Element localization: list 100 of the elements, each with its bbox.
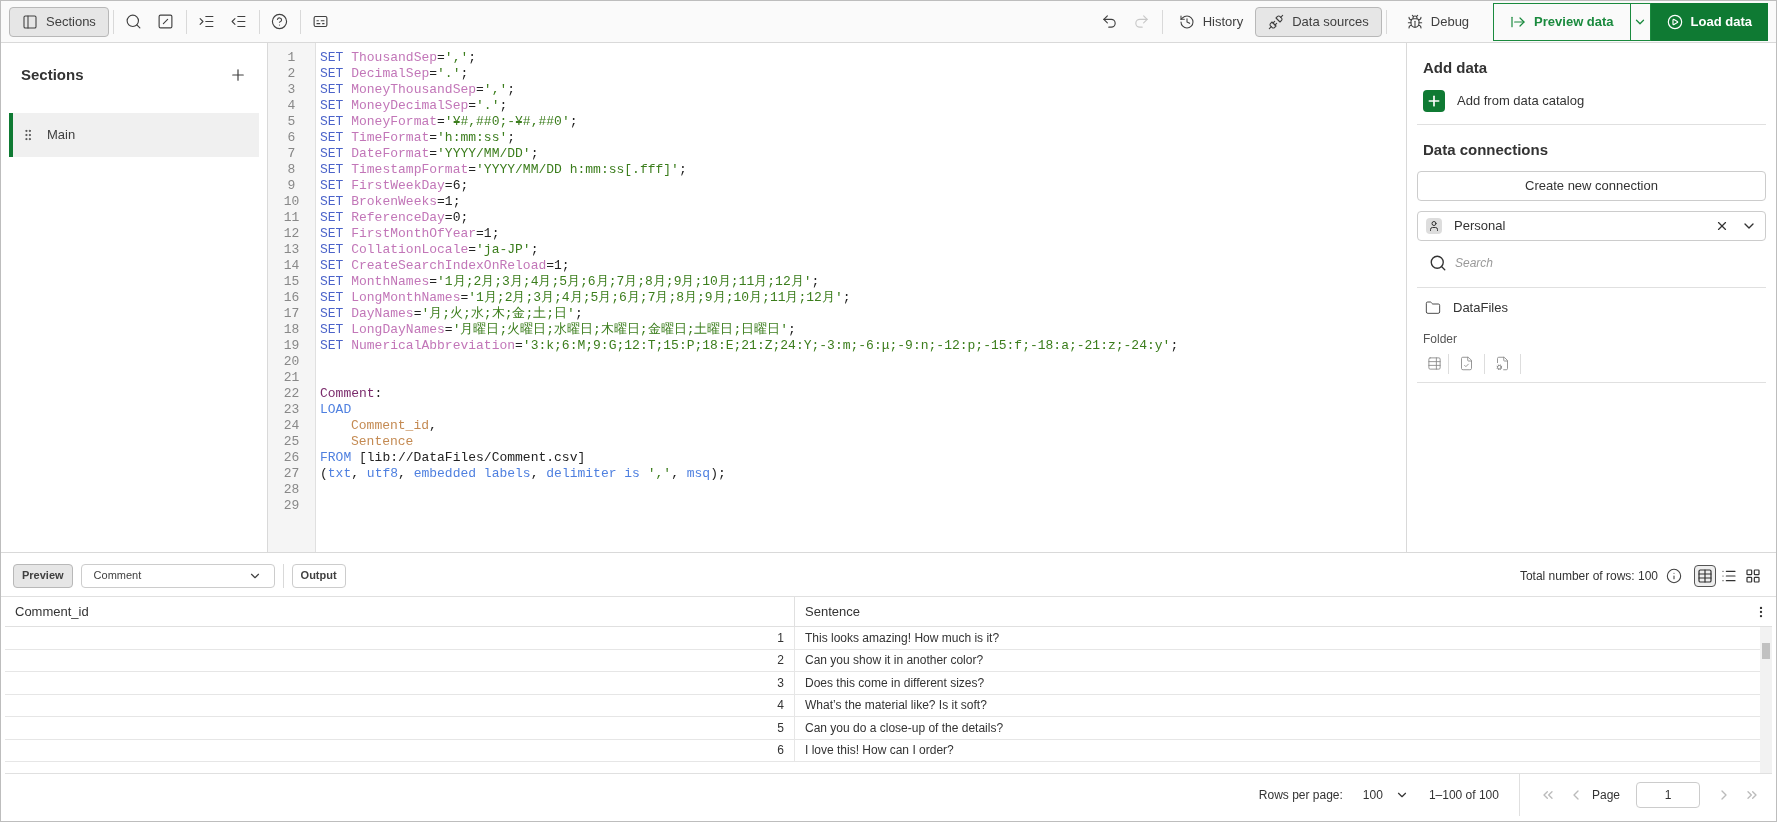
code-line: Comment: xyxy=(320,386,383,402)
column-header[interactable]: Comment_id xyxy=(5,597,795,626)
code-line: SET MoneyFormat='¥#,##0;-¥#,##0'; xyxy=(320,114,578,130)
history-icon xyxy=(1178,13,1195,30)
line-number: 26 xyxy=(282,450,301,466)
bug-icon xyxy=(1406,13,1423,30)
page-label: Page xyxy=(1591,786,1620,804)
code-line: SET ReferenceDay=0; xyxy=(320,210,469,226)
section-item[interactable]: Main xyxy=(9,113,259,157)
table-cell-text: Does this come in different sizes? xyxy=(805,674,985,692)
line-number: 9 xyxy=(286,178,297,194)
line-number: 13 xyxy=(282,242,301,258)
debug-button[interactable]: Debug xyxy=(1390,6,1486,37)
line-number: 25 xyxy=(282,434,301,450)
search-icon xyxy=(1429,254,1447,272)
code-line: Comment_id, xyxy=(351,418,437,434)
line-number: 16 xyxy=(282,290,301,306)
code-line: Sentence xyxy=(351,434,414,450)
grid-view-glyph-icon xyxy=(1745,567,1761,584)
code-line: LOAD xyxy=(320,402,352,418)
code-line: SET BrokenWeeks=1; xyxy=(320,194,461,210)
line-number: 21 xyxy=(282,370,301,386)
table-cell-text: 2 xyxy=(777,652,784,670)
line-number: 1 xyxy=(286,50,297,66)
line-number: 17 xyxy=(282,306,301,322)
redo-icon xyxy=(1133,13,1151,30)
sections-button[interactable]: Sections xyxy=(9,6,109,37)
help-icon xyxy=(271,13,289,30)
line-number: 7 xyxy=(286,146,297,162)
line-number: 23 xyxy=(282,402,301,418)
line-number: 11 xyxy=(282,210,301,226)
code-line: SET DecimalSep='.'; xyxy=(320,66,469,82)
code-line: SET FirstWeekDay=6; xyxy=(320,178,469,194)
preview-data-button[interactable]: Preview data xyxy=(1493,2,1631,41)
preview-tab[interactable]: Preview xyxy=(13,563,73,588)
code-line: SET MonthNames='1月;2月;3月;4月;5月;6月;7月;8月;9月;10月;11月;12月'; xyxy=(320,274,820,290)
code-line: SET NumericalAbbreviation='3:k;6:M;9:G;12:T;15:P;18:E;21:Z;24:Y;-3:m;-6:μ;-9:n;-12:p;-15:f;-18:a;-21:z;-24:y'; xyxy=(320,338,1179,354)
line-number: 24 xyxy=(282,418,301,434)
code-line: SET DateFormat='YYYY/MM/DD'; xyxy=(320,146,539,162)
outdent-icon xyxy=(230,13,248,30)
table-cell-text: Can you do a close-up of the details? xyxy=(805,719,1004,737)
output-tab[interactable]: Output xyxy=(291,563,346,588)
undo-icon xyxy=(1101,13,1119,30)
sidebar-icon xyxy=(22,13,38,30)
line-number: 3 xyxy=(286,82,297,98)
line-number: 22 xyxy=(282,386,301,402)
connection-name[interactable]: DataFiles xyxy=(1453,298,1508,318)
code-line: SET LongMonthNames='1月;2月;3月;4月;5月;6月;7月;8月;9月;10月;11月;12月'; xyxy=(320,290,851,306)
line-number: 15 xyxy=(282,274,301,290)
add-data-title: Add data xyxy=(1423,58,1489,78)
plug-icon xyxy=(1268,13,1285,30)
page-field[interactable]: 1 xyxy=(1636,781,1700,808)
code-line: SET CreateSearchIndexOnReload=1; xyxy=(320,258,570,274)
line-number: 12 xyxy=(282,226,301,242)
line-number: 28 xyxy=(282,482,301,498)
column-header[interactable]: Sentence xyxy=(795,597,1754,626)
table-select[interactable]: Comment xyxy=(80,563,275,588)
info-icon[interactable] xyxy=(1666,567,1682,584)
rows-per-page-label: Rows per page: xyxy=(1258,786,1343,804)
code-line: (txt, utf8, embedded labels, delimiter is ',', msq); xyxy=(320,466,726,482)
page-range: 1–100 of 100 xyxy=(1428,786,1499,804)
table-cell-text: 4 xyxy=(777,697,784,715)
line-number: 19 xyxy=(282,338,301,354)
connection-type: Folder xyxy=(1423,330,1457,348)
sections-title: Sections xyxy=(21,64,84,85)
add-from-catalog-link[interactable]: Add from data catalog xyxy=(1423,89,1585,112)
load-data-button[interactable]: Load data xyxy=(1650,2,1768,41)
code-line: SET CollationLocale='ja-JP'; xyxy=(320,242,539,258)
table-icon xyxy=(1427,356,1442,371)
rows-per-page-select[interactable]: 100 xyxy=(1362,785,1409,804)
table-cell-text: I love this! How can I order? xyxy=(805,742,954,760)
table-cell-text: What’s the material like? Is it soft? xyxy=(805,697,987,715)
history-button[interactable]: History xyxy=(1166,6,1256,37)
search-field[interactable]: Search xyxy=(1455,254,1754,272)
table-cell-text: 5 xyxy=(777,719,784,737)
scrollbar[interactable] xyxy=(1760,627,1772,773)
line-number: 2 xyxy=(286,66,297,82)
table-view-icon[interactable] xyxy=(1694,564,1716,587)
clear-icon[interactable] xyxy=(1715,219,1729,233)
line-number: 27 xyxy=(282,466,301,482)
space-select[interactable]: Personal xyxy=(1417,211,1766,241)
code-line: SET LongDayNames='月曜日;火曜日;水曜日;木曜日;金曜日;土曜日;日曜日'; xyxy=(320,322,796,338)
preview-options-button[interactable] xyxy=(1630,2,1651,41)
code-line: SET TimestampFormat='YYYY/MM/DD h:mm:ss[.fff]'; xyxy=(320,162,687,178)
data-sources-button[interactable]: Data sources xyxy=(1255,6,1382,37)
line-number: 14 xyxy=(282,258,301,274)
line-number: 29 xyxy=(282,498,301,514)
create-connection-button[interactable]: Create new connection xyxy=(1417,171,1766,201)
add-icon[interactable] xyxy=(229,66,247,84)
table-cell-text: Can you show it in another color? xyxy=(805,652,984,670)
line-number: 10 xyxy=(282,194,301,210)
file-check-icon xyxy=(1459,356,1474,371)
code-line: SET TimeFormat='h:mm:ss'; xyxy=(320,130,516,146)
line-number: 20 xyxy=(282,354,301,370)
file-gear-icon xyxy=(1495,356,1510,371)
total-rows: Total number of rows: 100 xyxy=(1519,566,1658,585)
line-number: 4 xyxy=(286,98,297,114)
code-line: SET DayNames='月;火;水;木;金;土;日'; xyxy=(320,306,583,322)
keyboard-icon xyxy=(312,13,330,30)
line-number: 5 xyxy=(286,114,297,130)
